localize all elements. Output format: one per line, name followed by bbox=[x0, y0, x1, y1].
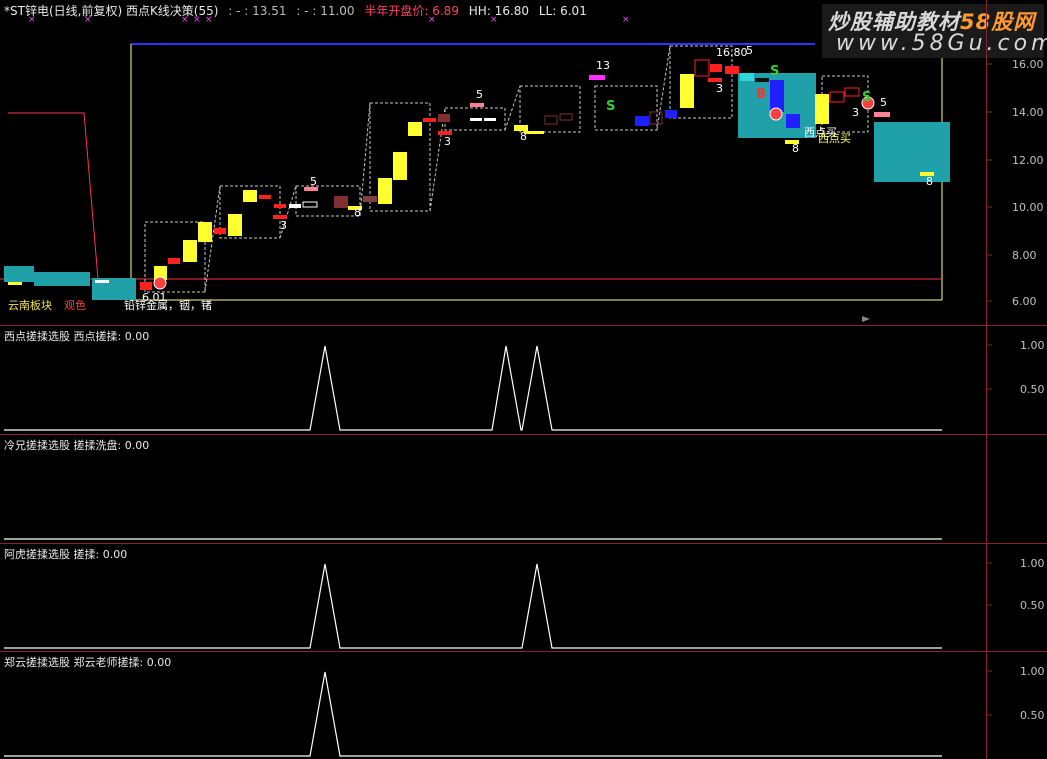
main-price-chart[interactable]: × × × × × × × × 6.01 16.80 云南板块 观色 铅锌金属，… bbox=[0, 0, 1047, 326]
teal-zone bbox=[874, 122, 950, 182]
scroll-arrow-icon[interactable] bbox=[862, 316, 870, 322]
svg-text:×: × bbox=[622, 15, 630, 25]
support-line bbox=[8, 112, 131, 280]
price-axis: 16.00 14.00 12.00 10.00 8.00 6.00 bbox=[986, 58, 1044, 308]
price-tick: 14.00 bbox=[1012, 106, 1044, 119]
industry-label: 铅锌金属，铟，锗 bbox=[124, 298, 212, 312]
count-label: 8 bbox=[354, 206, 361, 219]
sell-marker: S bbox=[862, 90, 871, 105]
sector-label: 云南板块 bbox=[8, 298, 52, 312]
buy-signal-label: 西点买 bbox=[818, 132, 851, 145]
svg-text:×: × bbox=[181, 15, 189, 25]
count-label: 3 bbox=[852, 106, 859, 119]
svg-text:×: × bbox=[193, 15, 201, 25]
signal-markers: × × × × × × × × bbox=[28, 15, 630, 25]
high-label: 16.80 bbox=[716, 46, 748, 59]
count-label: 8 bbox=[520, 130, 527, 143]
price-tick: 10.00 bbox=[1012, 201, 1044, 214]
count-label: 3 bbox=[444, 135, 451, 148]
pane4-tick: 1.00 bbox=[1020, 665, 1045, 678]
svg-text:×: × bbox=[428, 15, 436, 25]
sell-marker: S bbox=[606, 99, 615, 114]
svg-text:×: × bbox=[490, 15, 498, 25]
pane1-tick: 1.00 bbox=[1020, 339, 1045, 352]
sell-marker: S bbox=[770, 64, 779, 79]
count-label: 5 bbox=[880, 96, 887, 109]
count-label: 5 bbox=[476, 88, 483, 101]
pane3-line bbox=[4, 563, 942, 649]
svg-text:×: × bbox=[84, 15, 92, 25]
buy-marker: B bbox=[756, 87, 766, 102]
pane4-indicator[interactable]: 1.00 0.50 bbox=[0, 652, 1047, 759]
price-tick: 12.00 bbox=[1012, 154, 1044, 167]
count-label: 8 bbox=[926, 175, 933, 188]
pane3-tick: 0.50 bbox=[1020, 599, 1045, 612]
count-label: 5 bbox=[310, 175, 317, 188]
teal-zone bbox=[4, 266, 34, 282]
pane3-indicator[interactable]: 1.00 0.50 bbox=[0, 544, 1047, 652]
price-tick: 6.00 bbox=[1012, 295, 1037, 308]
pane4-tick: 0.50 bbox=[1020, 709, 1045, 722]
pane1-indicator[interactable]: 1.00 0.50 bbox=[0, 326, 1047, 434]
svg-text:×: × bbox=[205, 15, 213, 25]
pane4-line bbox=[4, 671, 942, 757]
pane1-line bbox=[4, 345, 942, 431]
price-tick: 8.00 bbox=[1012, 249, 1037, 262]
pane1-tick: 0.50 bbox=[1020, 383, 1045, 396]
svg-text:×: × bbox=[28, 15, 36, 25]
price-tick: 16.00 bbox=[1012, 58, 1044, 71]
count-label: 13 bbox=[596, 59, 610, 72]
pane3-tick: 1.00 bbox=[1020, 557, 1045, 570]
teal-zone bbox=[34, 272, 90, 286]
pane2-indicator[interactable] bbox=[0, 435, 1047, 543]
count-label: 3 bbox=[716, 82, 723, 95]
count-label: 8 bbox=[792, 142, 799, 155]
count-label: 5 bbox=[746, 44, 753, 57]
sector-tag: 观色 bbox=[64, 298, 86, 312]
count-label: 3 bbox=[280, 219, 287, 232]
